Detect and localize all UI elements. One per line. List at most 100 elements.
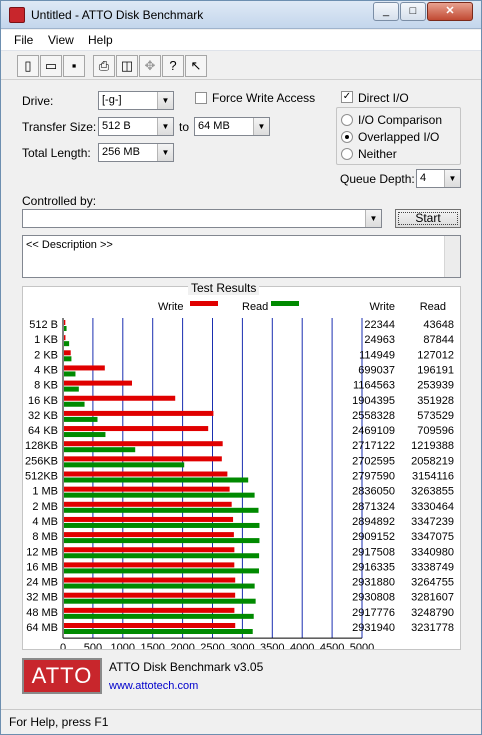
- io-comparison-radio[interactable]: [341, 114, 353, 126]
- read-bar: [64, 341, 70, 347]
- website-link[interactable]: www.attotech.com: [109, 680, 198, 692]
- write-bar: [64, 623, 236, 628]
- read-bar: [64, 386, 79, 392]
- read-bar: [64, 553, 260, 559]
- read-bar: [64, 598, 256, 604]
- write-bar: [64, 410, 214, 416]
- x-tick-label: 1500: [140, 642, 164, 649]
- transfer-from-select[interactable]: 512 B ▼: [98, 117, 174, 136]
- y-tick-label: 2 MB: [32, 501, 58, 513]
- description-scrollbar[interactable]: [444, 236, 460, 277]
- write-bar: [64, 607, 235, 613]
- save-icon[interactable]: ▪: [63, 55, 85, 77]
- write-value: 2930808: [352, 592, 395, 604]
- chevron-down-icon: ▼: [253, 118, 269, 135]
- write-value: 2836050: [352, 486, 395, 498]
- write-bar: [64, 335, 66, 341]
- write-value: 2931940: [352, 622, 395, 634]
- read-bar: [64, 416, 98, 422]
- y-tick-label: 4 KB: [34, 364, 58, 376]
- write-bar: [64, 456, 222, 462]
- write-value: 2469109: [352, 425, 395, 437]
- write-value: 2894892: [352, 516, 395, 528]
- test-results-panel: 0 500 1000 1500 2000 2500 3000 3500 4000 4500 5000…: [22, 286, 461, 650]
- read-value: 3330464: [411, 501, 454, 513]
- read-bar: [64, 326, 67, 331]
- close-button[interactable]: ✕: [427, 2, 473, 21]
- x-tick-label: 2500: [200, 642, 224, 649]
- description-text: << Description >>: [26, 239, 113, 251]
- app-window: Untitled - ATTO Disk Benchmark _ □ ✕ Fil…: [0, 0, 482, 735]
- write-bar: [64, 441, 223, 447]
- write-bar: [64, 532, 234, 538]
- read-value: 3263855: [411, 486, 454, 498]
- new-icon[interactable]: ▯: [17, 55, 39, 77]
- neither-radio[interactable]: [341, 148, 353, 160]
- start-button[interactable]: Start: [395, 209, 461, 228]
- total-length-select[interactable]: 256 MB ▼: [98, 143, 174, 162]
- queue-depth-select[interactable]: 4 ▼: [416, 169, 461, 188]
- write-bar: [64, 380, 133, 386]
- context-help-icon[interactable]: ↖: [185, 55, 207, 77]
- open-icon[interactable]: ▭: [40, 55, 62, 77]
- move-icon[interactable]: ✥: [139, 55, 161, 77]
- read-bar: [64, 356, 72, 362]
- menu-file[interactable]: File: [14, 33, 33, 47]
- write-bar: [64, 471, 228, 477]
- write-bar: [64, 395, 176, 401]
- read-bar: [64, 568, 259, 574]
- write-bar: [64, 426, 209, 432]
- drive-select[interactable]: [-g-] ▼: [98, 91, 174, 110]
- print-icon[interactable]: ⎙: [93, 55, 115, 77]
- read-value: 573529: [417, 410, 454, 422]
- status-text: For Help, press F1: [9, 715, 109, 729]
- write-value: 114949: [359, 349, 395, 361]
- maximize-button[interactable]: □: [400, 2, 426, 21]
- write-bar: [64, 320, 66, 325]
- read-bar: [64, 462, 185, 468]
- controlled-by-select[interactable]: ▼: [22, 209, 382, 228]
- force-write-label: Force Write Access: [212, 91, 316, 105]
- write-bar: [64, 547, 235, 553]
- write-value: 2916335: [352, 561, 395, 573]
- description-textarea[interactable]: << Description >>: [22, 235, 461, 278]
- overlapped-io-radio[interactable]: [341, 131, 353, 143]
- io-comparison-label: I/O Comparison: [358, 113, 443, 127]
- transfer-size-label: Transfer Size:: [22, 120, 97, 134]
- y-tick-label: 24 MB: [26, 577, 58, 589]
- write-bar: [64, 592, 236, 598]
- chevron-down-icon: ▼: [157, 144, 173, 161]
- product-version: ATTO Disk Benchmark v3.05: [109, 660, 264, 674]
- read-value: 1219388: [411, 440, 454, 452]
- transfer-to-select[interactable]: 64 MB ▼: [194, 117, 270, 136]
- force-write-checkbox[interactable]: [195, 92, 207, 104]
- read-value: 3248790: [411, 607, 454, 619]
- menu-help[interactable]: Help: [88, 33, 113, 47]
- chevron-down-icon: ▼: [157, 92, 173, 109]
- y-tick-label: 256KB: [25, 455, 58, 467]
- write-value: 2917776: [352, 607, 395, 619]
- read-value: 3231778: [411, 622, 454, 634]
- read-bar: [64, 492, 255, 498]
- write-bar: [64, 562, 235, 568]
- y-tick-label: 8 MB: [32, 531, 58, 543]
- y-tick-label: 512 B: [29, 319, 58, 331]
- x-tick-label: 500: [84, 642, 102, 649]
- x-tick-label: 3500: [260, 642, 284, 649]
- menu-view[interactable]: View: [48, 33, 74, 47]
- read-value: 43648: [423, 319, 454, 331]
- read-value: 3347239: [411, 516, 454, 528]
- controlled-by-label: Controlled by:: [22, 194, 97, 208]
- direct-io-checkbox[interactable]: ✓: [341, 91, 353, 103]
- write-value: 2917508: [352, 546, 395, 558]
- y-tick-label: 1 KB: [34, 334, 58, 346]
- print-preview-icon[interactable]: ◫: [116, 55, 138, 77]
- x-tick-label: 4500: [320, 642, 344, 649]
- read-value: 351928: [417, 395, 454, 407]
- menu-bar: File View Help: [1, 30, 481, 51]
- minimize-button[interactable]: _: [373, 2, 399, 21]
- read-bar: [64, 447, 136, 453]
- help-icon[interactable]: ?: [162, 55, 184, 77]
- total-length-label: Total Length:: [22, 146, 91, 160]
- title-bar: Untitled - ATTO Disk Benchmark _ □ ✕: [1, 1, 481, 29]
